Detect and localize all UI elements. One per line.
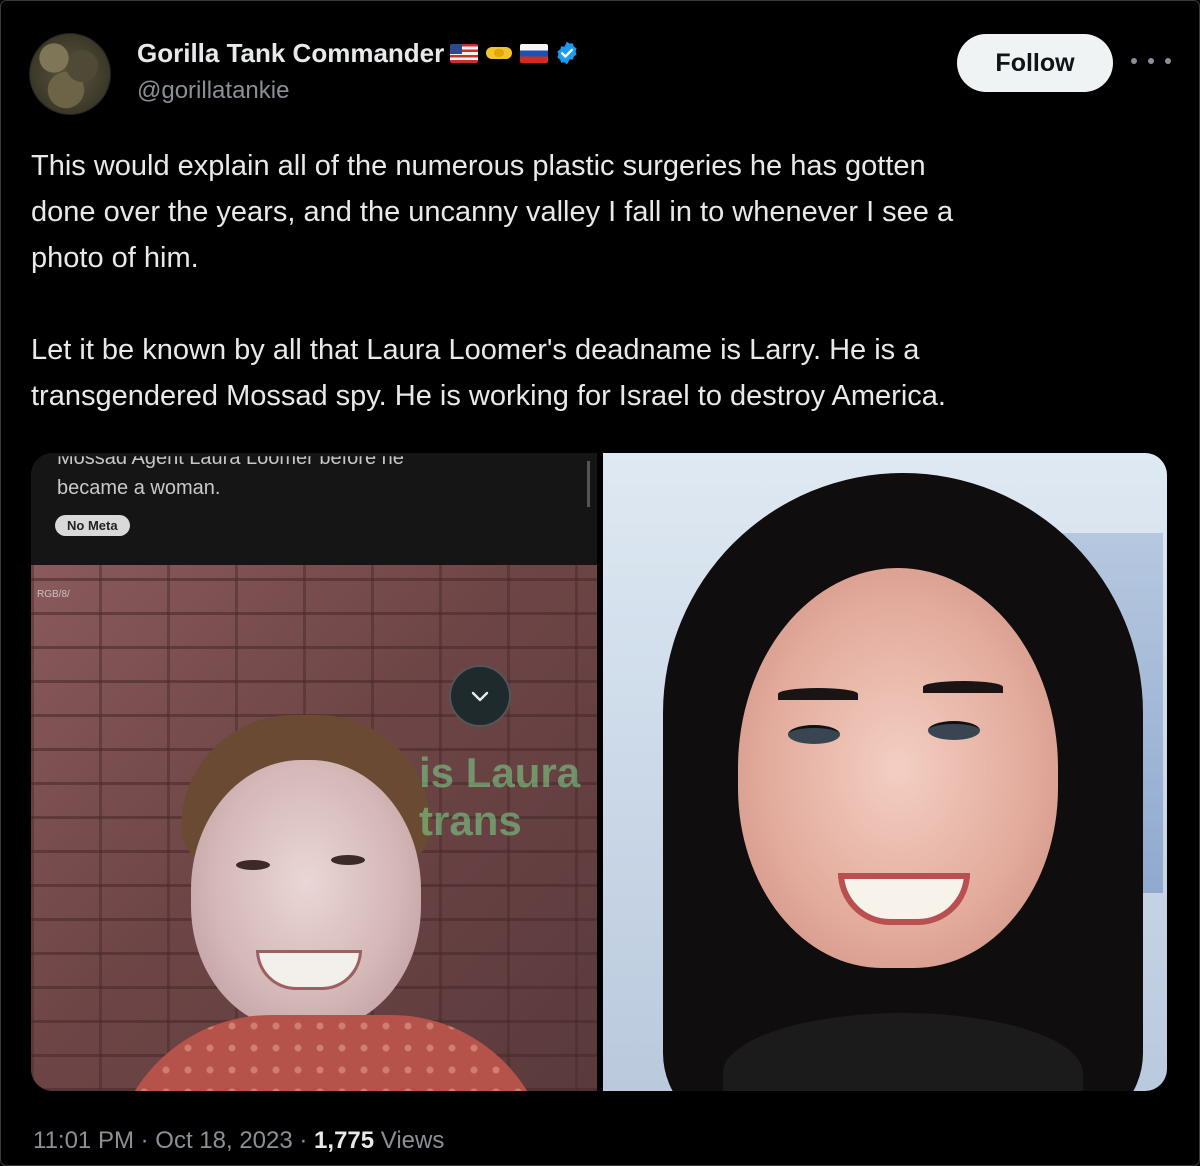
image-overlay-text: is Laura trans <box>419 749 589 845</box>
tweet-time[interactable]: 11:01 PM <box>33 1127 134 1154</box>
no-meta-badge: No Meta <box>55 515 130 536</box>
handshake-icon <box>484 43 514 63</box>
author-display-name[interactable]: Gorilla Tank Commander <box>137 38 444 69</box>
eyebrow-shape <box>923 681 1003 693</box>
more-horizontal-icon[interactable] <box>1131 49 1171 73</box>
tweet-card: Gorilla Tank Commander @gorillatankie Fo… <box>0 0 1200 1166</box>
media-image-right[interactable] <box>603 453 1167 1091</box>
embedded-post-caption: became a woman. <box>57 477 221 499</box>
divider <box>587 461 590 507</box>
separator: · <box>133 1127 156 1154</box>
eye-shape <box>928 721 980 740</box>
tweet-date[interactable]: Oct 18, 2023 <box>155 1127 292 1154</box>
avatar[interactable] <box>29 33 111 115</box>
follow-button[interactable]: Follow <box>957 34 1113 92</box>
overlay-text-line: trans <box>419 797 522 844</box>
tweet-footer: 11:01 PM · Oct 18, 2023 · 1,775 Views <box>33 1127 444 1155</box>
author-name-row[interactable]: Gorilla Tank Commander <box>137 35 580 71</box>
author-handle[interactable]: @gorillatankie <box>137 77 289 105</box>
eyebrow-shape <box>778 688 858 700</box>
tweet-text: This would explain all of the numerous p… <box>31 143 1181 419</box>
image-corner-label: RGB/8/ <box>37 589 70 600</box>
shirt-shape <box>111 1015 551 1091</box>
tweet-paragraph: This would explain all of the numerous p… <box>31 150 954 274</box>
eye-shape <box>788 725 840 744</box>
russia-flag-icon <box>520 43 549 63</box>
eye-shape <box>236 860 270 870</box>
separator: · <box>292 1127 315 1154</box>
views-label: Views <box>374 1127 445 1154</box>
embedded-post-cutoff-text: Mossad Agent Laura Loomer before he <box>57 453 404 469</box>
media-image-left[interactable]: Mossad Agent Laura Loomer before he beca… <box>31 453 597 1091</box>
tweet-paragraph: Let it be known by all that Laura Loomer… <box>31 334 946 412</box>
us-flag-icon <box>450 43 479 63</box>
embedded-post-header: Mossad Agent Laura Loomer before he beca… <box>31 453 597 565</box>
verified-badge-icon <box>557 41 577 65</box>
chevron-down-icon[interactable] <box>449 665 511 727</box>
eye-shape <box>331 855 365 865</box>
overlay-text-line: is Laura <box>419 749 581 796</box>
tweet-media[interactable]: Mossad Agent Laura Loomer before he beca… <box>31 453 1167 1091</box>
views-count: 1,775 <box>314 1127 375 1154</box>
